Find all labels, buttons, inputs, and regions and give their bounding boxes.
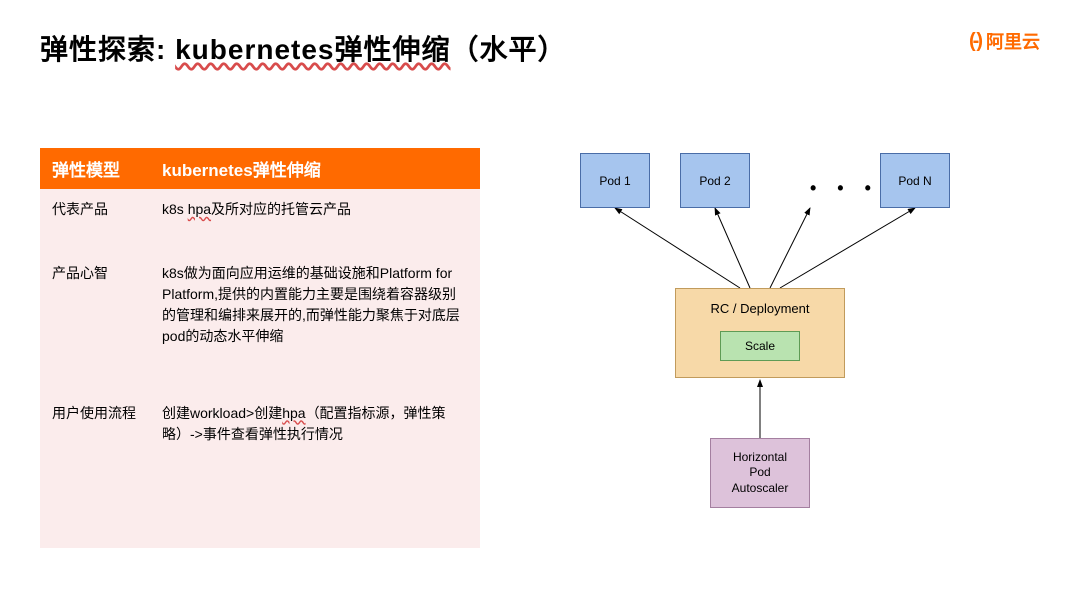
logo-icon: (-) — [969, 30, 980, 53]
title-underlined: kubernetes弹性伸缩 — [175, 34, 450, 65]
pod-1-box: Pod 1 — [580, 153, 650, 208]
brand-logo: (-) 阿里云 — [969, 28, 1040, 54]
table-row: 产品心智 k8s做为面向应用运维的基础设施和Platform for Platf… — [40, 253, 480, 392]
content-area: 弹性模型 kubernetes弹性伸缩 代表产品 k8s hpa及所对应的托管云… — [40, 148, 1040, 548]
row-label: 用户使用流程 — [40, 393, 150, 548]
elasticity-table: 弹性模型 kubernetes弹性伸缩 代表产品 k8s hpa及所对应的托管云… — [40, 148, 480, 548]
k8s-diagram: Pod 1 Pod 2 • • • Pod N RC / Deployment … — [520, 148, 1040, 548]
row-value: k8s hpa及所对应的托管云产品 — [150, 189, 480, 253]
row-value: 创建workload>创建hpa（配置指标源，弹性策略）->事件查看弹性执行情况 — [150, 393, 480, 548]
hpa-box: Horizontal Pod Autoscaler — [710, 438, 810, 508]
slide-title: 弹性探索: kubernetes弹性伸缩（水平） — [40, 28, 1040, 68]
header-col2: kubernetes弹性伸缩 — [150, 148, 480, 189]
scale-box: Scale — [720, 331, 800, 361]
hpa-label: Horizontal Pod Autoscaler — [732, 450, 789, 497]
table-header-row: 弹性模型 kubernetes弹性伸缩 — [40, 148, 480, 189]
dots-icon: • • • — [810, 178, 879, 199]
pod-2-box: Pod 2 — [680, 153, 750, 208]
row-label: 产品心智 — [40, 253, 150, 392]
rc-deployment-box: RC / Deployment Scale — [675, 288, 845, 378]
table-row: 代表产品 k8s hpa及所对应的托管云产品 — [40, 189, 480, 253]
table-row: 用户使用流程 创建workload>创建hpa（配置指标源，弹性策略）->事件查… — [40, 393, 480, 548]
title-suffix: （水平） — [451, 34, 567, 65]
header-col1: 弹性模型 — [40, 148, 150, 189]
row-label: 代表产品 — [40, 189, 150, 253]
row-value: k8s做为面向应用运维的基础设施和Platform for Platform,提… — [150, 253, 480, 392]
title-prefix: 弹性探索: — [40, 34, 175, 65]
logo-text: 阿里云 — [986, 28, 1040, 54]
pod-n-box: Pod N — [880, 153, 950, 208]
rc-label: RC / Deployment — [676, 301, 844, 316]
